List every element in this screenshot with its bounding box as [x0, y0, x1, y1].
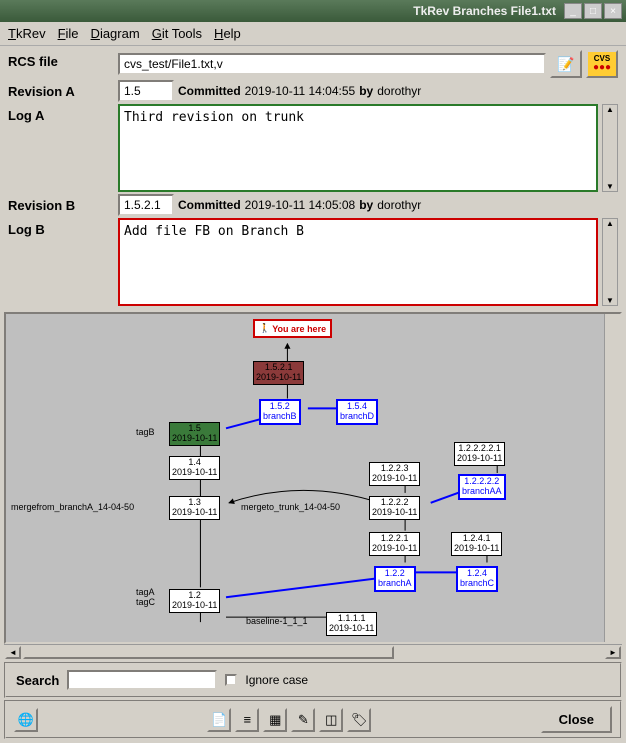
tag-c-label: tagC: [136, 597, 155, 607]
bottom-toolbar: 🌐 📄 ≡ ▦ ✎ ◫ 🏷 Close: [4, 700, 622, 739]
menubar: TkRev File Diagram Git Tools Help: [0, 22, 626, 46]
committed-a-label: Committed: [178, 84, 241, 98]
committed-b-label: Committed: [178, 198, 241, 212]
info-panel: RCS file 📝 CVS●●● Revision A Committed 2…: [0, 46, 626, 312]
node-branch-d[interactable]: 1.5.4branchD: [336, 399, 378, 425]
pencil-icon[interactable]: ✎: [291, 708, 315, 732]
menu-git-tools[interactable]: Git Tools: [152, 26, 202, 41]
node-1-2-2-2[interactable]: 1.2.2.22019-10-11: [369, 496, 420, 520]
node-1-4[interactable]: 1.42019-10-11: [169, 456, 220, 480]
revision-b-label: Revision B: [8, 194, 118, 213]
log-a-scrollbar[interactable]: ▲▼: [602, 104, 618, 192]
log-b-scrollbar[interactable]: ▲▼: [602, 218, 618, 306]
cvs-icon[interactable]: CVS●●●: [586, 50, 618, 78]
revision-a-label: Revision A: [8, 80, 118, 99]
app-icon: [4, 2, 22, 20]
node-1-5[interactable]: 1.52019-10-11: [169, 422, 220, 446]
revision-a-date: 2019-10-11 14:04:55: [245, 84, 356, 98]
search-input[interactable]: [67, 670, 217, 690]
minimize-button[interactable]: _: [564, 3, 582, 19]
revision-a-input[interactable]: [118, 80, 174, 102]
log-b-textarea[interactable]: Add file FB on Branch B: [118, 218, 598, 306]
by-a-label: by: [359, 84, 373, 98]
node-branch-b[interactable]: 1.5.2branchB: [259, 399, 301, 425]
window-title: TkRev Branches File1.txt: [22, 4, 564, 18]
you-are-here-marker: 🚶 You are here: [253, 319, 332, 338]
menu-help[interactable]: Help: [214, 26, 241, 41]
node-1-1-1-1[interactable]: 1.1.1.12019-10-11: [326, 612, 377, 636]
revision-a-user: dorothyr: [377, 84, 421, 98]
titlebar: TkRev Branches File1.txt _ □ ×: [0, 0, 626, 22]
node-branch-c[interactable]: 1.2.4branchC: [456, 566, 498, 592]
diagram-vscrollbar[interactable]: [604, 314, 620, 642]
node-1-2-2-3[interactable]: 1.2.2.32019-10-11: [369, 462, 420, 486]
node-1-5-2-1[interactable]: 1.5.2.12019-10-11: [253, 361, 304, 385]
tag-icon[interactable]: 🏷: [347, 708, 371, 732]
search-label: Search: [16, 673, 59, 688]
log-b-label: Log B: [8, 218, 118, 237]
mergeto-label: mergeto_trunk_14-04-50: [241, 502, 340, 512]
menu-diagram[interactable]: Diagram: [91, 26, 140, 41]
node-branch-a[interactable]: 1.2.2branchA: [374, 566, 416, 592]
close-button[interactable]: Close: [541, 706, 612, 733]
node-branch-aa[interactable]: 1.2.2.2.2branchAA: [458, 474, 506, 500]
menu-file[interactable]: File: [58, 26, 79, 41]
ignore-case-label: Ignore case: [245, 673, 308, 687]
revision-b-user: dorothyr: [377, 198, 421, 212]
table-icon[interactable]: ▦: [263, 708, 287, 732]
by-b-label: by: [359, 198, 373, 212]
tag-a-label: tagA: [136, 587, 155, 597]
revision-b-date: 2019-10-11 14:05:08: [245, 198, 356, 212]
person-icon: 🚶: [259, 323, 270, 334]
tag-b-label: tagB: [136, 427, 155, 437]
search-bar: Search Ignore case: [4, 662, 622, 698]
revision-b-input[interactable]: [118, 194, 174, 216]
baseline-label: baseline-1_1_1: [246, 616, 308, 626]
log-a-label: Log A: [8, 104, 118, 123]
rcs-file-label: RCS file: [8, 50, 118, 69]
boxes-icon[interactable]: ◫: [319, 708, 343, 732]
node-1-2[interactable]: 1.22019-10-11: [169, 589, 220, 613]
maximize-button[interactable]: □: [584, 3, 602, 19]
log-a-textarea[interactable]: Third revision on trunk: [118, 104, 598, 192]
page-icon[interactable]: 📄: [207, 708, 231, 732]
diagram-hscrollbar[interactable]: ◄►: [4, 644, 622, 660]
ignore-case-checkbox[interactable]: [225, 674, 237, 686]
node-1-2-4-1[interactable]: 1.2.4.12019-10-11: [451, 532, 502, 556]
rcs-file-input[interactable]: [118, 53, 546, 75]
close-window-button[interactable]: ×: [604, 3, 622, 19]
edit-file-icon[interactable]: 📝: [550, 50, 582, 78]
node-1-2-2-2-2-1[interactable]: 1.2.2.2.2.12019-10-11: [454, 442, 505, 466]
diagram-canvas[interactable]: 🚶 You are here 1.5.2.12019-10-11 1.5.2br…: [4, 312, 622, 644]
lines-icon[interactable]: ≡: [235, 708, 259, 732]
menu-tkrev[interactable]: TkRev: [8, 26, 46, 41]
node-1-3[interactable]: 1.32019-10-11: [169, 496, 220, 520]
mergefrom-label: mergefrom_branchA_14-04-50: [11, 502, 134, 512]
node-1-2-2-1[interactable]: 1.2.2.12019-10-11: [369, 532, 420, 556]
world-icon[interactable]: 🌐: [14, 708, 38, 732]
